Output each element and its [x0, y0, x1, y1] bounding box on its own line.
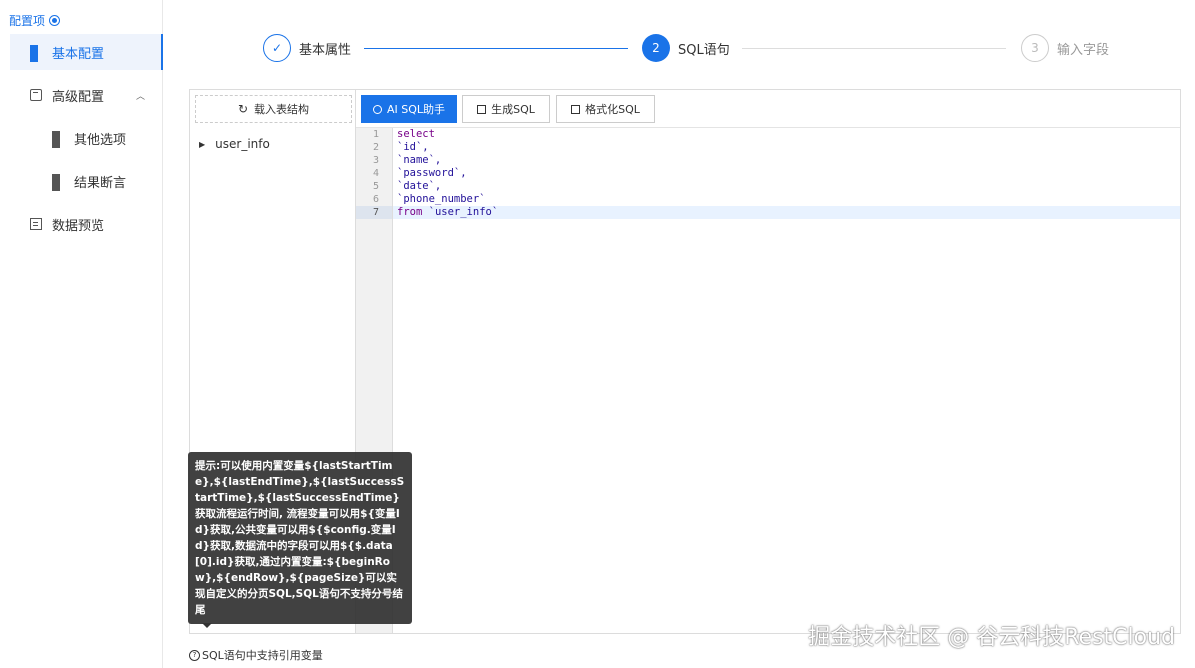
- refresh-icon: ↻: [237, 102, 249, 116]
- code-lines[interactable]: select `id`, `name`, `password`, `date`,…: [393, 128, 1180, 219]
- target-icon[interactable]: [49, 15, 61, 26]
- tree-item-label: user_info: [215, 137, 270, 151]
- sidebar-title: 配置项: [9, 12, 61, 29]
- code-line[interactable]: `id`,: [393, 141, 1180, 154]
- watermark: 掘金技术社区 @ 谷云科技RestCloud: [808, 625, 1175, 650]
- sidebar-title-label: 配置项: [9, 14, 46, 28]
- step-basic-properties[interactable]: ✓ 基本属性: [263, 34, 351, 62]
- line-number: 7: [356, 206, 392, 219]
- generate-sql-label: 生成SQL: [491, 103, 535, 116]
- ai-sql-assistant-label: AI SQL助手: [386, 103, 446, 116]
- generate-sql-button[interactable]: 生成SQL: [462, 95, 550, 123]
- cube-icon: [30, 89, 42, 101]
- variable-support-note-label: SQL语句中支持引用变量: [202, 649, 323, 662]
- step-label: 输入字段: [1057, 42, 1110, 58]
- line-number: 5: [372, 181, 379, 192]
- code-line[interactable]: from `user_info`: [393, 206, 1180, 219]
- sidebar: 配置项 基本配置 高级配置 ︿ 其他选项 结果断言 数据预览: [0, 0, 163, 668]
- ai-icon: [372, 104, 382, 114]
- code-line[interactable]: `password`,: [393, 167, 1180, 180]
- variable-support-note[interactable]: ? SQL语句中支持引用变量: [189, 647, 323, 663]
- grid-icon: [52, 174, 64, 191]
- sidebar-item-label: 结果断言: [74, 175, 127, 191]
- step-connector: [742, 48, 1006, 49]
- sidebar-item-label: 其他选项: [74, 132, 127, 148]
- step-number: 3: [1021, 34, 1049, 62]
- grid-icon: [52, 131, 64, 148]
- sidebar-item-advanced-config[interactable]: 高级配置 ︿: [10, 77, 161, 113]
- line-number: 3: [372, 155, 379, 166]
- step-number: 2: [642, 34, 670, 62]
- code-line[interactable]: `name`,: [393, 154, 1180, 167]
- step-label: 基本属性: [299, 42, 352, 58]
- sidebar-item-data-preview[interactable]: 数据预览: [10, 206, 161, 242]
- step-connector: [364, 48, 628, 49]
- sidebar-item-label: 高级配置: [52, 89, 105, 105]
- preview-icon: [30, 218, 42, 230]
- tooltip-arrow: [202, 623, 212, 628]
- format-sql-button[interactable]: 格式化SQL: [556, 95, 655, 123]
- sidebar-item-label: 基本配置: [52, 46, 105, 62]
- code-line[interactable]: `date`,: [393, 180, 1180, 193]
- question-icon: ?: [189, 649, 200, 661]
- chevron-up-icon: ︿: [135, 91, 145, 102]
- sidebar-item-label: 数据预览: [52, 218, 105, 234]
- grid-icon: [30, 45, 42, 62]
- caret-right-icon[interactable]: ▶: [199, 140, 205, 149]
- sidebar-item-result-assert[interactable]: 结果断言: [10, 163, 161, 199]
- load-table-structure-button[interactable]: ↻ 载入表结构: [195, 95, 352, 123]
- variable-hint-tooltip: 提示:可以使用内置变量${lastStartTime},${lastEndTim…: [188, 452, 412, 624]
- line-number: 6: [372, 194, 379, 205]
- check-icon: ✓: [263, 34, 291, 62]
- line-number: 4: [372, 168, 379, 179]
- step-label: SQL语句: [678, 42, 730, 58]
- line-number: 1: [372, 129, 379, 140]
- format-sql-label: 格式化SQL: [585, 103, 640, 116]
- step-input-fields[interactable]: 3 输入字段: [1021, 34, 1109, 62]
- sidebar-item-basic-config[interactable]: 基本配置: [10, 34, 163, 70]
- code-editor[interactable]: 1 2 3 4 5 6 7 select `id`, `name`, `pass…: [356, 127, 1180, 633]
- tree-item-user-info[interactable]: ▶ user_info: [199, 137, 270, 151]
- sidebar-item-other-options[interactable]: 其他选项: [10, 120, 161, 156]
- terminal-icon: [477, 104, 487, 114]
- format-icon: [571, 104, 581, 114]
- step-sql-statement[interactable]: 2 SQL语句: [642, 34, 730, 62]
- code-line[interactable]: select: [393, 128, 1180, 141]
- load-table-structure-label: 载入表结构: [254, 103, 310, 116]
- editor-toolbar: AI SQL助手 生成SQL 格式化SQL: [356, 90, 1180, 126]
- code-line[interactable]: `phone_number`: [393, 193, 1180, 206]
- ai-sql-assistant-button[interactable]: AI SQL助手: [361, 95, 457, 123]
- line-number: 2: [372, 142, 379, 153]
